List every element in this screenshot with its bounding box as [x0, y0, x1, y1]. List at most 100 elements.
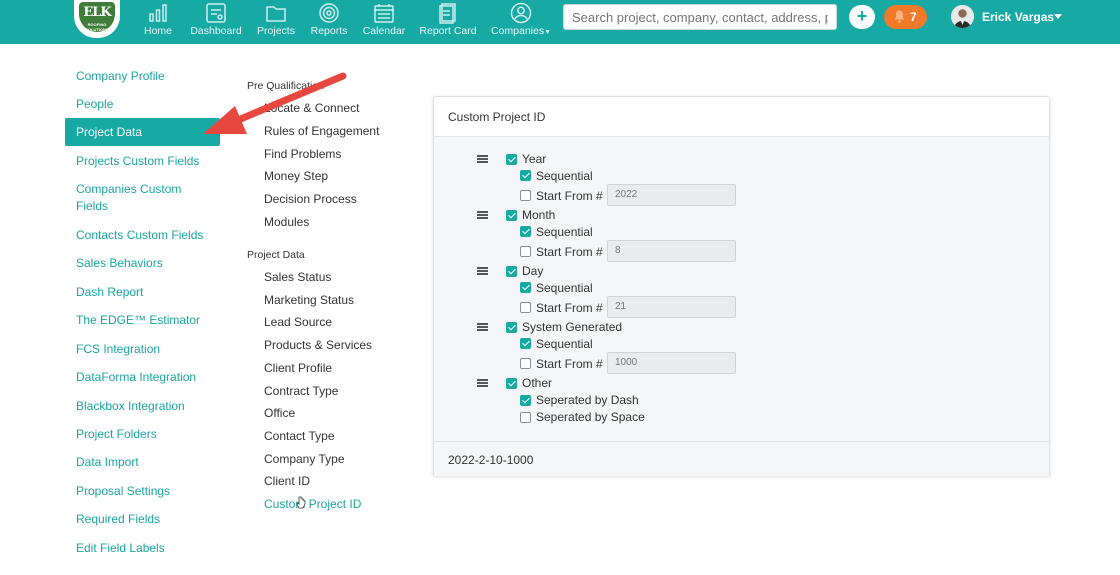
- nav-report-card-label: Report Card: [419, 25, 477, 37]
- menu-item-client-id[interactable]: Client ID: [264, 474, 310, 488]
- menu-item-marketing-status[interactable]: Marketing Status: [264, 293, 354, 307]
- menu-item-contact-type[interactable]: Contact Type: [264, 429, 335, 443]
- sidebar-item-edit-field-labels[interactable]: Edit Field Labels: [65, 540, 220, 557]
- sidebar-item-proposal-settings[interactable]: Proposal Settings: [65, 483, 220, 500]
- logo-subtext: ROOFING SOLUTIONS: [85, 22, 109, 32]
- year-start-from-input[interactable]: 2022: [607, 184, 736, 206]
- notification-count: 7: [910, 10, 917, 24]
- month-start-from-input[interactable]: 8: [607, 240, 736, 262]
- nav-calendar-label: Calendar: [362, 25, 406, 37]
- menu-item-sales-status[interactable]: Sales Status: [264, 270, 331, 284]
- system-generated-start-from-label: Start From #: [536, 357, 603, 371]
- nav-dashboard[interactable]: Dashboard: [190, 0, 242, 44]
- menu-item-decision-process[interactable]: Decision Process: [264, 192, 357, 206]
- day-checkbox[interactable]: [506, 266, 517, 277]
- month-start-from-checkbox[interactable]: [520, 246, 531, 257]
- target-icon: [319, 3, 339, 23]
- sidebar-item-dash-report[interactable]: Dash Report: [65, 284, 220, 301]
- system-generated-sequential-checkbox[interactable]: [520, 338, 531, 349]
- caret-down-icon: ▼: [544, 29, 552, 36]
- user-menu-caret-icon[interactable]: [1054, 14, 1062, 19]
- nav-companies-text: Companies: [490, 25, 545, 37]
- logo-shield-icon: ELK ROOFING SOLUTIONS: [79, 2, 115, 32]
- nav-home[interactable]: Home: [142, 0, 174, 44]
- menu-item-lead-source[interactable]: Lead Source: [264, 315, 332, 329]
- sidebar-item-projects-custom-fields[interactable]: Projects Custom Fields: [65, 153, 220, 170]
- nav-projects[interactable]: Projects: [256, 0, 296, 44]
- separated-by-space-checkbox[interactable]: [520, 412, 531, 423]
- annotation-arrow-icon: [203, 72, 347, 134]
- nav-dashboard-label: Dashboard: [190, 25, 242, 37]
- person-icon: [510, 2, 532, 24]
- year-label: Year: [522, 152, 547, 166]
- card-footer: 2022-2-10-1000: [434, 441, 1049, 476]
- menu-item-products-services[interactable]: Products & Services: [264, 338, 372, 352]
- system-generated-start-from-input[interactable]: 1000: [607, 352, 736, 374]
- system-generated-checkbox[interactable]: [506, 322, 517, 333]
- system-generated-start-from-checkbox[interactable]: [520, 358, 531, 369]
- user-avatar[interactable]: [951, 5, 974, 28]
- logo-text: ELK: [83, 5, 111, 20]
- separated-by-dash-checkbox[interactable]: [520, 395, 531, 406]
- folder-icon: [266, 6, 286, 22]
- menu-item-client-profile[interactable]: Client Profile: [264, 361, 332, 375]
- day-start-from-checkbox[interactable]: [520, 302, 531, 313]
- month-start-from-label: Start From #: [536, 245, 603, 259]
- sidebar-item-contacts-custom-fields[interactable]: Contacts Custom Fields: [65, 227, 220, 244]
- year-start-from-checkbox[interactable]: [520, 190, 531, 201]
- sidebar-item-dataforma-integration[interactable]: DataForma Integration: [65, 369, 220, 386]
- day-label: Day: [522, 264, 544, 278]
- search-input[interactable]: [563, 4, 837, 30]
- menu-item-company-type[interactable]: Company Type: [264, 452, 345, 466]
- day-sequential-label: Sequential: [536, 281, 593, 295]
- sidebar-item-project-folders[interactable]: Project Folders: [65, 426, 220, 443]
- month-checkbox[interactable]: [506, 210, 517, 221]
- month-sequential-checkbox[interactable]: [520, 226, 531, 237]
- sidebar-item-edge-estimator[interactable]: The EDGE™ Estimator: [65, 312, 220, 329]
- menu-item-find-problems[interactable]: Find Problems: [264, 147, 341, 161]
- add-button[interactable]: +: [849, 5, 875, 29]
- drag-handle-icon[interactable]: [477, 211, 488, 219]
- nav-reports[interactable]: Reports: [308, 0, 350, 44]
- drag-handle-icon[interactable]: [477, 155, 488, 163]
- generated-project-id-preview: 2022-2-10-1000: [448, 453, 534, 467]
- month-sequential-label: Sequential: [536, 225, 593, 239]
- nav-projects-label: Projects: [257, 25, 295, 37]
- menu-item-modules[interactable]: Modules: [264, 215, 309, 229]
- year-checkbox[interactable]: [506, 154, 517, 165]
- menu-item-contract-type[interactable]: Contract Type: [264, 384, 338, 398]
- sidebar-item-data-import[interactable]: Data Import: [65, 454, 220, 471]
- nav-calendar[interactable]: Calendar: [361, 0, 407, 44]
- menu-item-custom-project-id[interactable]: Custom Project ID: [264, 497, 361, 511]
- drag-handle-icon[interactable]: [477, 323, 488, 331]
- bell-icon: [894, 10, 905, 23]
- drag-handle-icon[interactable]: [477, 267, 488, 275]
- other-checkbox[interactable]: [506, 378, 517, 389]
- nav-companies-label: Companies▼: [490, 25, 552, 37]
- nav-companies[interactable]: Companies▼: [490, 0, 552, 44]
- separated-by-space-label: Seperated by Space: [536, 410, 645, 424]
- sidebar-item-blackbox-integration[interactable]: Blackbox Integration: [65, 398, 220, 415]
- card-title: Custom Project ID: [448, 110, 546, 124]
- notifications-button[interactable]: 7: [884, 5, 927, 29]
- user-name[interactable]: Erick Vargas: [982, 10, 1054, 24]
- nav-reports-label: Reports: [310, 25, 348, 37]
- menu-item-money-step[interactable]: Money Step: [264, 169, 328, 183]
- year-sequential-label: Sequential: [536, 169, 593, 183]
- year-start-from-label: Start From #: [536, 189, 603, 203]
- system-generated-sequential-label: Sequential: [536, 337, 593, 351]
- sidebar-item-required-fields[interactable]: Required Fields: [65, 511, 220, 528]
- day-start-from-input[interactable]: 21: [607, 296, 736, 318]
- sidebar-item-sales-behaviors[interactable]: Sales Behaviors: [65, 255, 220, 272]
- menu-item-office[interactable]: Office: [264, 406, 295, 420]
- drag-handle-icon[interactable]: [477, 379, 488, 387]
- card-header: Custom Project ID: [434, 97, 1049, 137]
- sidebar-item-companies-custom-fields[interactable]: Companies Custom Fields: [65, 181, 205, 215]
- day-sequential-checkbox[interactable]: [520, 282, 531, 293]
- year-sequential-checkbox[interactable]: [520, 170, 531, 181]
- sidebar-item-fcs-integration[interactable]: FCS Integration: [65, 341, 220, 358]
- mouse-cursor-icon: [296, 496, 306, 509]
- company-logo[interactable]: ELK ROOFING SOLUTIONS: [74, 0, 120, 38]
- calendar-icon: [374, 4, 394, 23]
- nav-report-card[interactable]: Report Card: [419, 0, 477, 44]
